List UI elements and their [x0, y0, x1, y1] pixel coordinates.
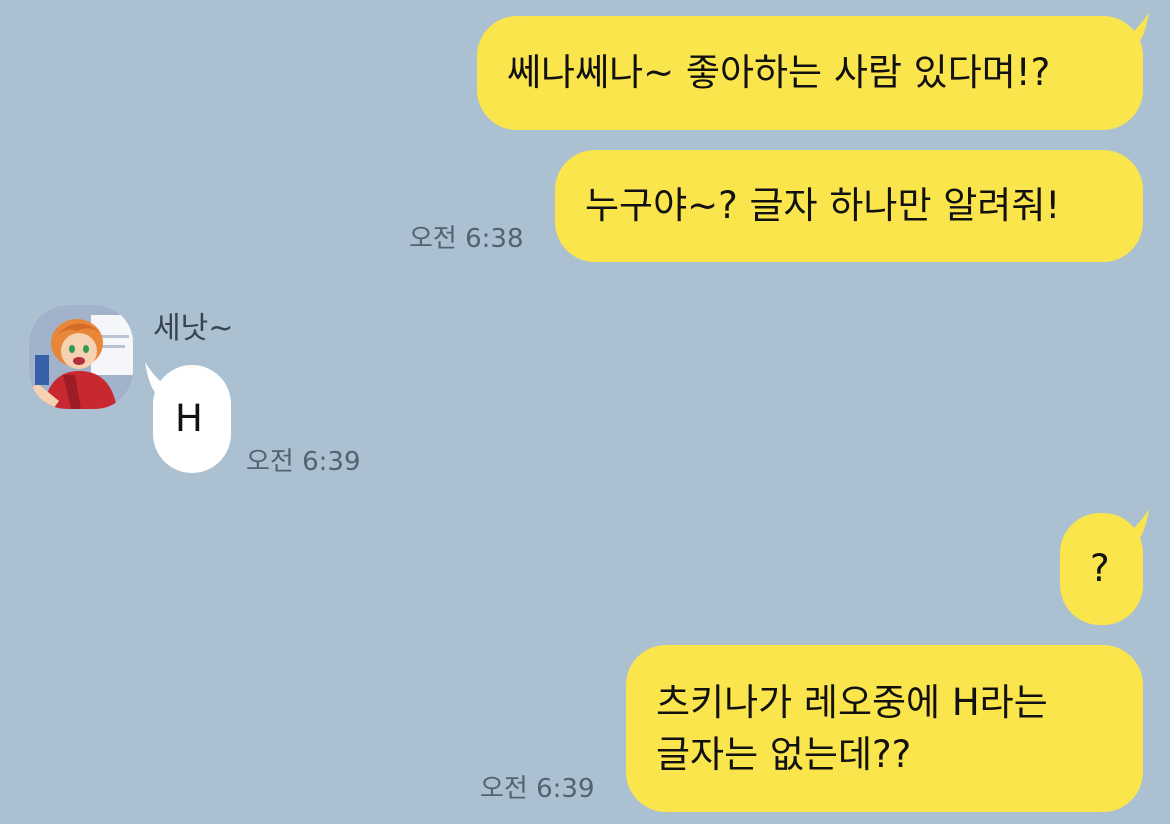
outgoing-bubble-tail: [1116, 509, 1149, 543]
chat-room: 쎄나쎄나~ 좋아하는 사람 있다며!? 누구야~? 글자 하나만 알려줘! 오전…: [0, 0, 1170, 824]
message-text: 누구야~? 글자 하나만 알려줘!: [585, 184, 1061, 227]
message-text: 쎄나쎄나~ 좋아하는 사람 있다며!?: [507, 51, 1051, 94]
profile-avatar-icon: [29, 305, 133, 409]
incoming-bubble-tail: [145, 362, 178, 396]
message-text: ?: [1090, 547, 1110, 590]
outgoing-message-bubble[interactable]: 누구야~? 글자 하나만 알려줘!: [555, 150, 1143, 262]
outgoing-message-bubble[interactable]: 쎄나쎄나~ 좋아하는 사람 있다며!?: [477, 16, 1143, 130]
message-timestamp: 오전 6:38: [409, 224, 524, 254]
outgoing-message-bubble[interactable]: 츠키나가 레오중에 H라는 글자는 없는데??: [626, 645, 1143, 812]
avatar[interactable]: [29, 305, 133, 409]
message-text: H: [175, 397, 203, 440]
message-line: 글자는 없는데??: [656, 732, 912, 776]
outgoing-bubble-tail: [1116, 12, 1149, 46]
message-line: 츠키나가 레오중에 H라는: [656, 680, 1048, 724]
message-timestamp: 오전 6:39: [246, 447, 361, 477]
sender-name: 세낫~: [153, 311, 234, 346]
message-timestamp: 오전 6:39: [480, 774, 595, 804]
